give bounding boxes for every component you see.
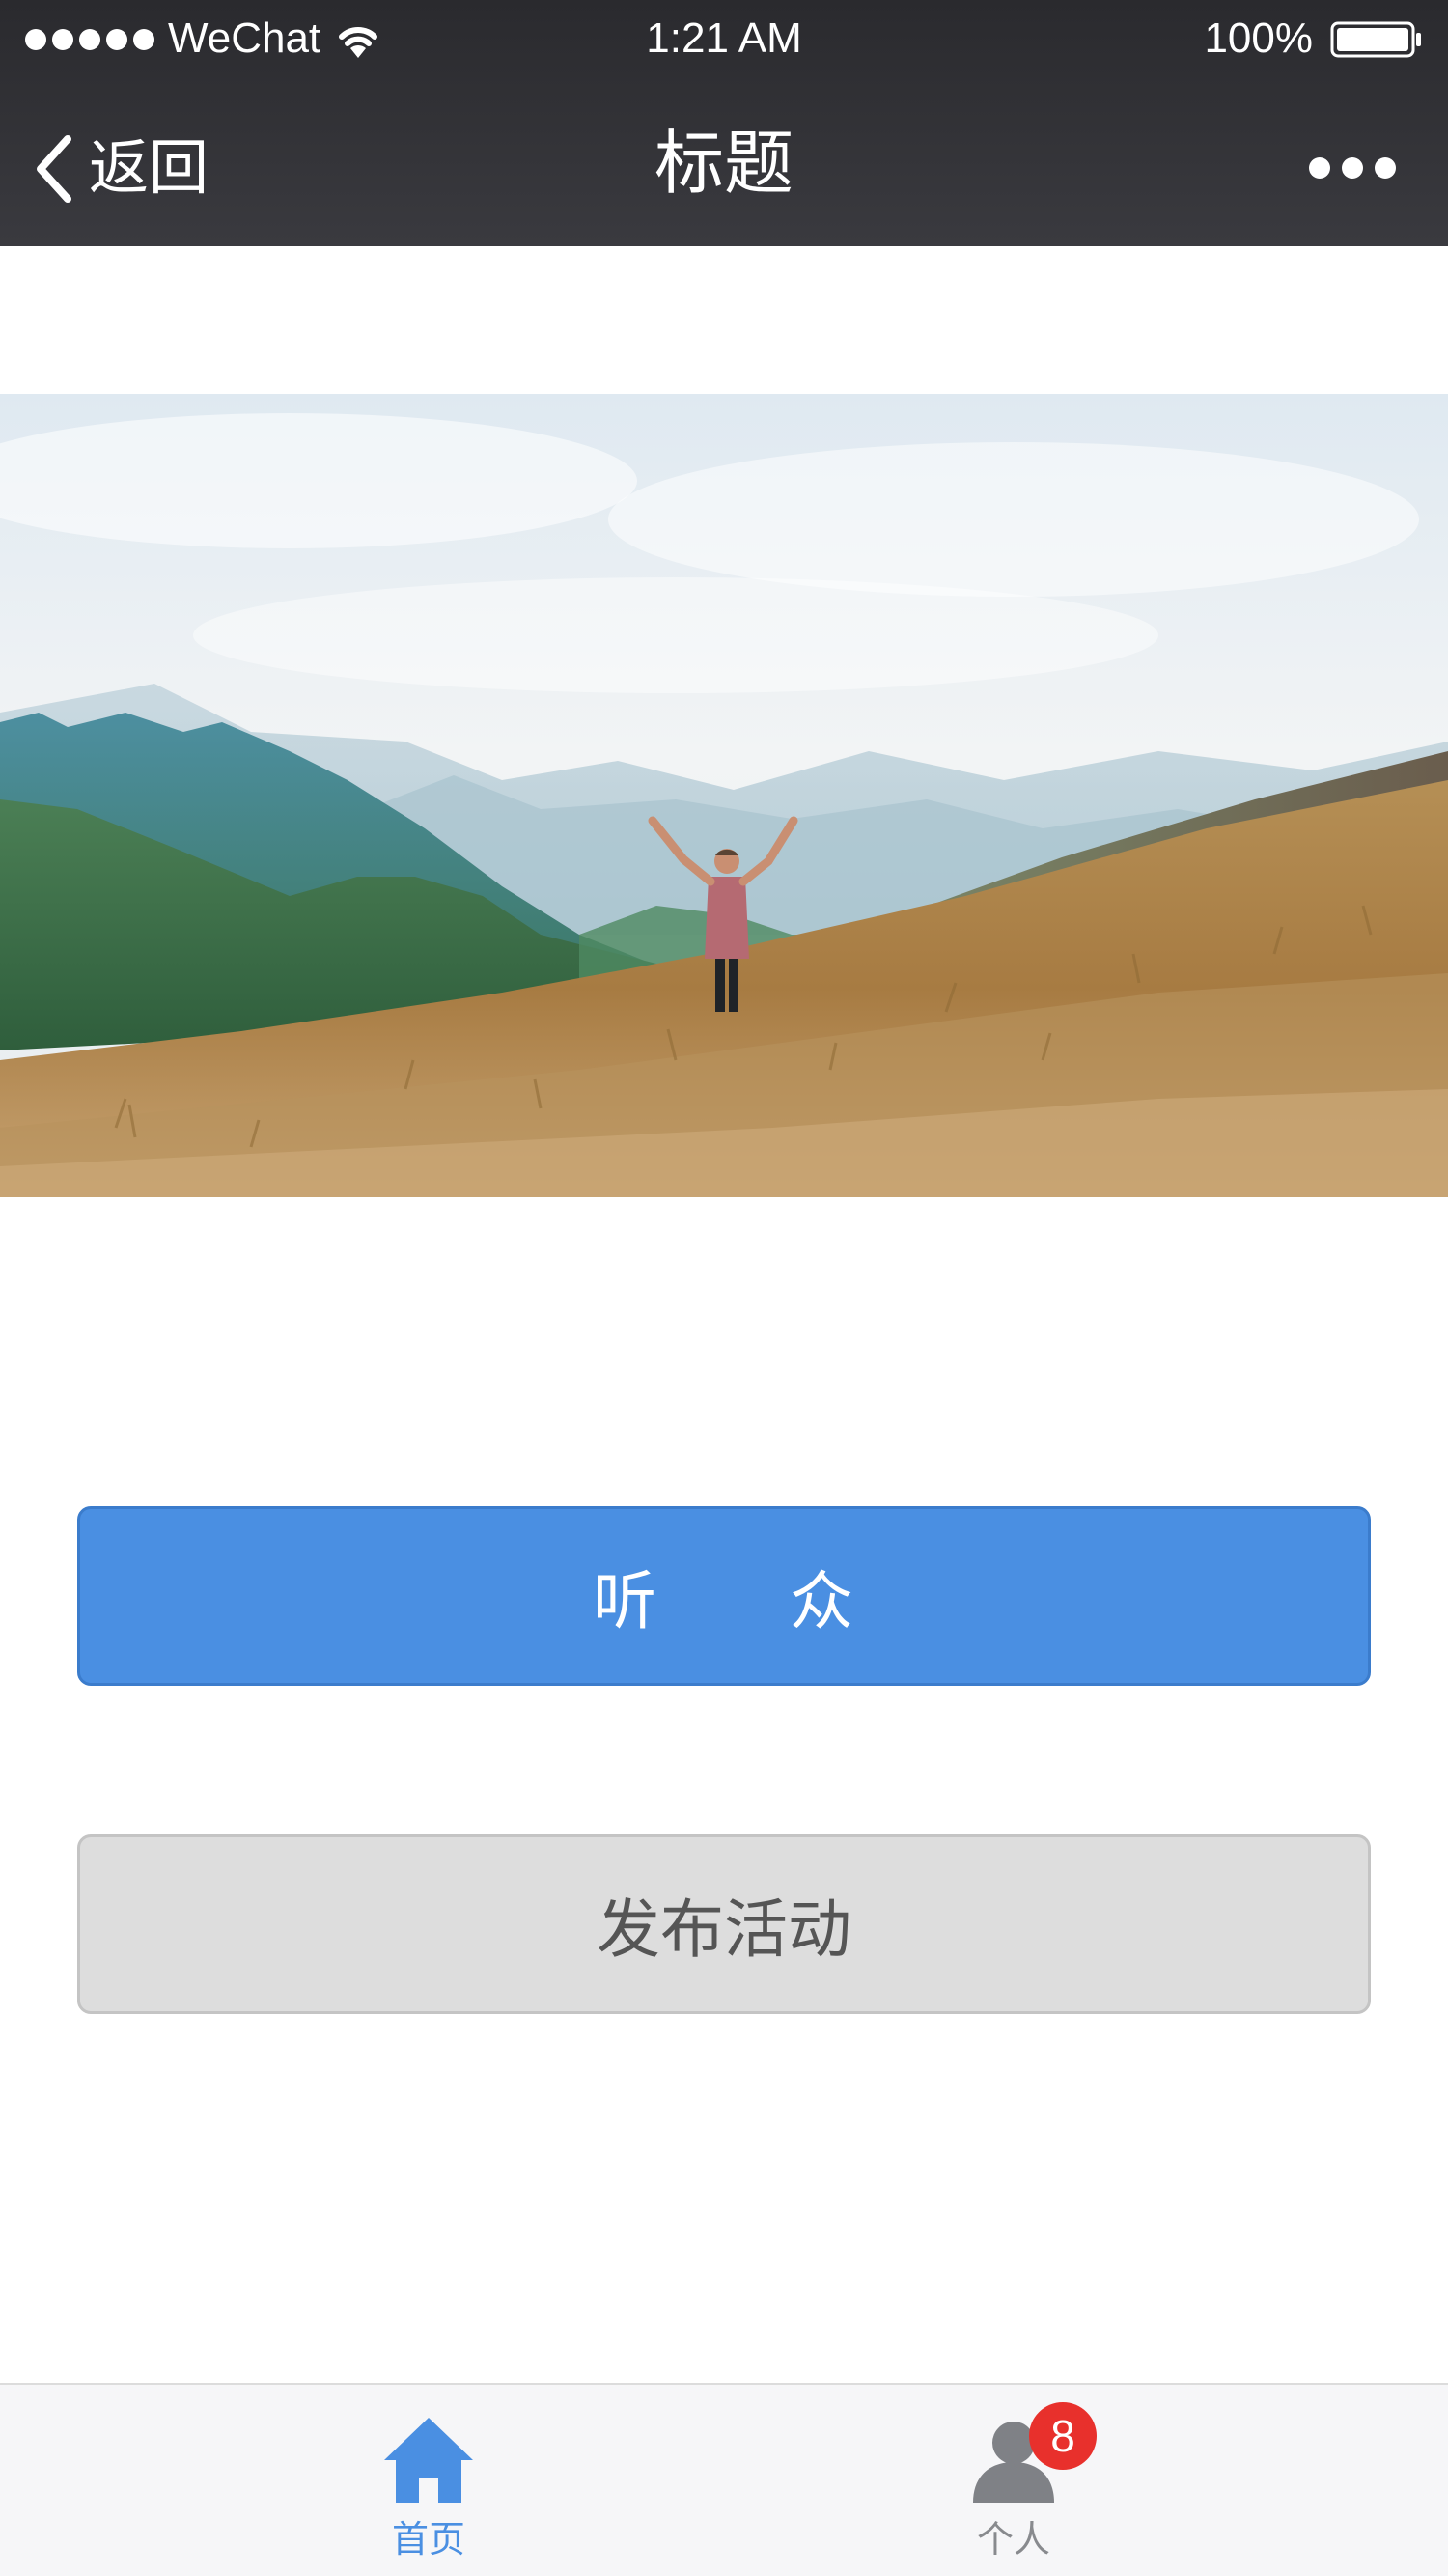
- battery-icon: [1330, 21, 1421, 58]
- notification-badge: 8: [1029, 2402, 1097, 2470]
- mountain-landscape-image: [0, 394, 1448, 1197]
- screen: WeChat 1:21 AM 100% 返回 标题 听 众 发布活动 首页 8 …: [0, 0, 1448, 2576]
- home-icon: [384, 2418, 473, 2503]
- tab-home-label: 首页: [391, 2520, 465, 2561]
- audience-button[interactable]: 听 众: [77, 1506, 1371, 1686]
- hero-image: [0, 394, 1448, 1197]
- status-bar: WeChat 1:21 AM 100%: [0, 0, 1448, 77]
- tab-personal[interactable]: 8 个人: [869, 2385, 1158, 2576]
- tab-bar: 首页 8 个人: [0, 2383, 1448, 2576]
- page-title: 标题: [654, 126, 794, 203]
- publish-activity-button[interactable]: 发布活动: [77, 1834, 1371, 2014]
- top-bar: WeChat 1:21 AM 100% 返回 标题: [0, 0, 1448, 246]
- tab-home[interactable]: 首页: [284, 2385, 573, 2576]
- battery-percentage: 100%: [1204, 14, 1313, 62]
- more-options-icon[interactable]: [1309, 149, 1396, 187]
- tab-personal-label: 个人: [976, 2520, 1050, 2561]
- navigation-bar: 返回 标题: [0, 87, 1448, 227]
